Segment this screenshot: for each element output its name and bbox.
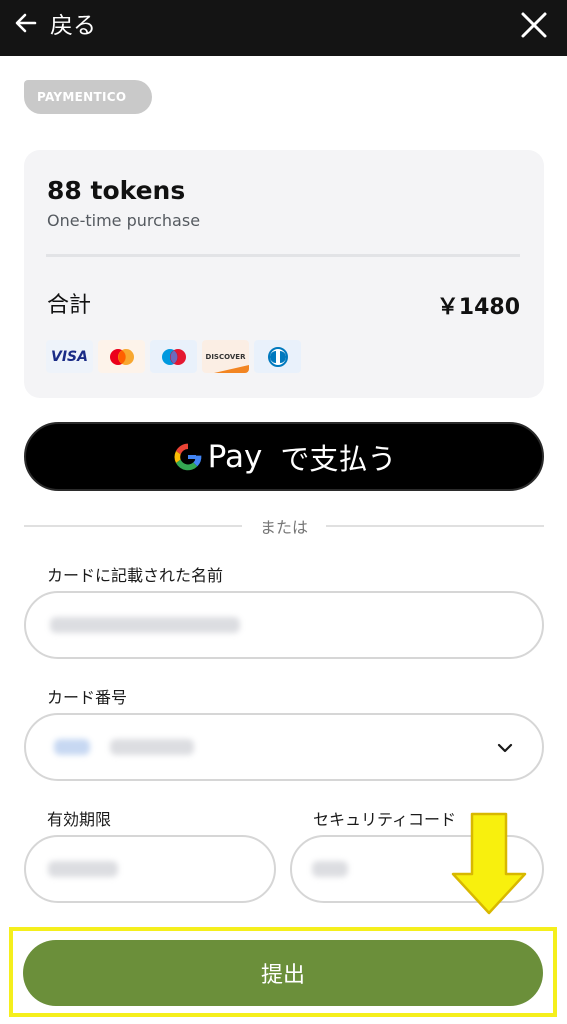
expiry-label: 有効期限 [47, 810, 112, 829]
google-pay-label: で支払う [280, 441, 397, 476]
close-icon[interactable] [517, 8, 551, 42]
expiry-value-blurred [48, 861, 118, 877]
cardholder-name-value-blurred [50, 617, 240, 633]
back-arrow-icon [15, 13, 37, 33]
security-code-label: セキュリティコード [313, 810, 457, 829]
chevron-down-icon [497, 743, 513, 753]
back-label: 戻る [50, 13, 96, 39]
discover-icon: DISCOVER [202, 340, 249, 373]
total-label: 合計 [47, 293, 92, 318]
total-amount: ￥1480 [436, 295, 520, 320]
card-number-label: カード番号 [47, 688, 128, 707]
google-g-icon [174, 443, 202, 470]
card-number-select[interactable] [24, 713, 544, 781]
pointer-arrow-icon [451, 812, 527, 915]
product-subtitle: One-time purchase [47, 211, 201, 230]
visa-icon: VISA [46, 340, 93, 373]
expiry-field[interactable] [24, 835, 276, 903]
order-summary: 88 tokens One-time purchase 合計 ￥1480 VIS… [24, 150, 544, 398]
product-name: 88 tokens [47, 176, 186, 205]
back-button[interactable]: 戻る [14, 6, 96, 40]
maestro-icon [150, 340, 197, 373]
cardholder-name-field[interactable] [24, 591, 544, 659]
mastercard-icon [98, 340, 145, 373]
card-brands: VISA DISCOVER [46, 340, 301, 373]
top-bar: 戻る [0, 0, 567, 56]
or-line-right [326, 525, 544, 527]
card-number-value-blurred [110, 739, 194, 755]
google-pay-button[interactable]: Pay で支払う [24, 422, 544, 491]
diners-club-icon [254, 340, 301, 373]
submit-label: 提出 [260, 963, 305, 988]
submit-button[interactable]: 提出 [23, 940, 543, 1006]
submit-highlight: 提出 [9, 927, 557, 1017]
card-brand-blurred [54, 739, 90, 755]
summary-divider [46, 254, 520, 257]
cardholder-name-label: カードに記載された名前 [47, 566, 224, 585]
security-code-value-blurred [312, 861, 348, 877]
google-pay-word: Pay [207, 438, 263, 475]
or-divider: または [24, 514, 544, 538]
brand-badge: PAYMENTICO [24, 80, 152, 114]
